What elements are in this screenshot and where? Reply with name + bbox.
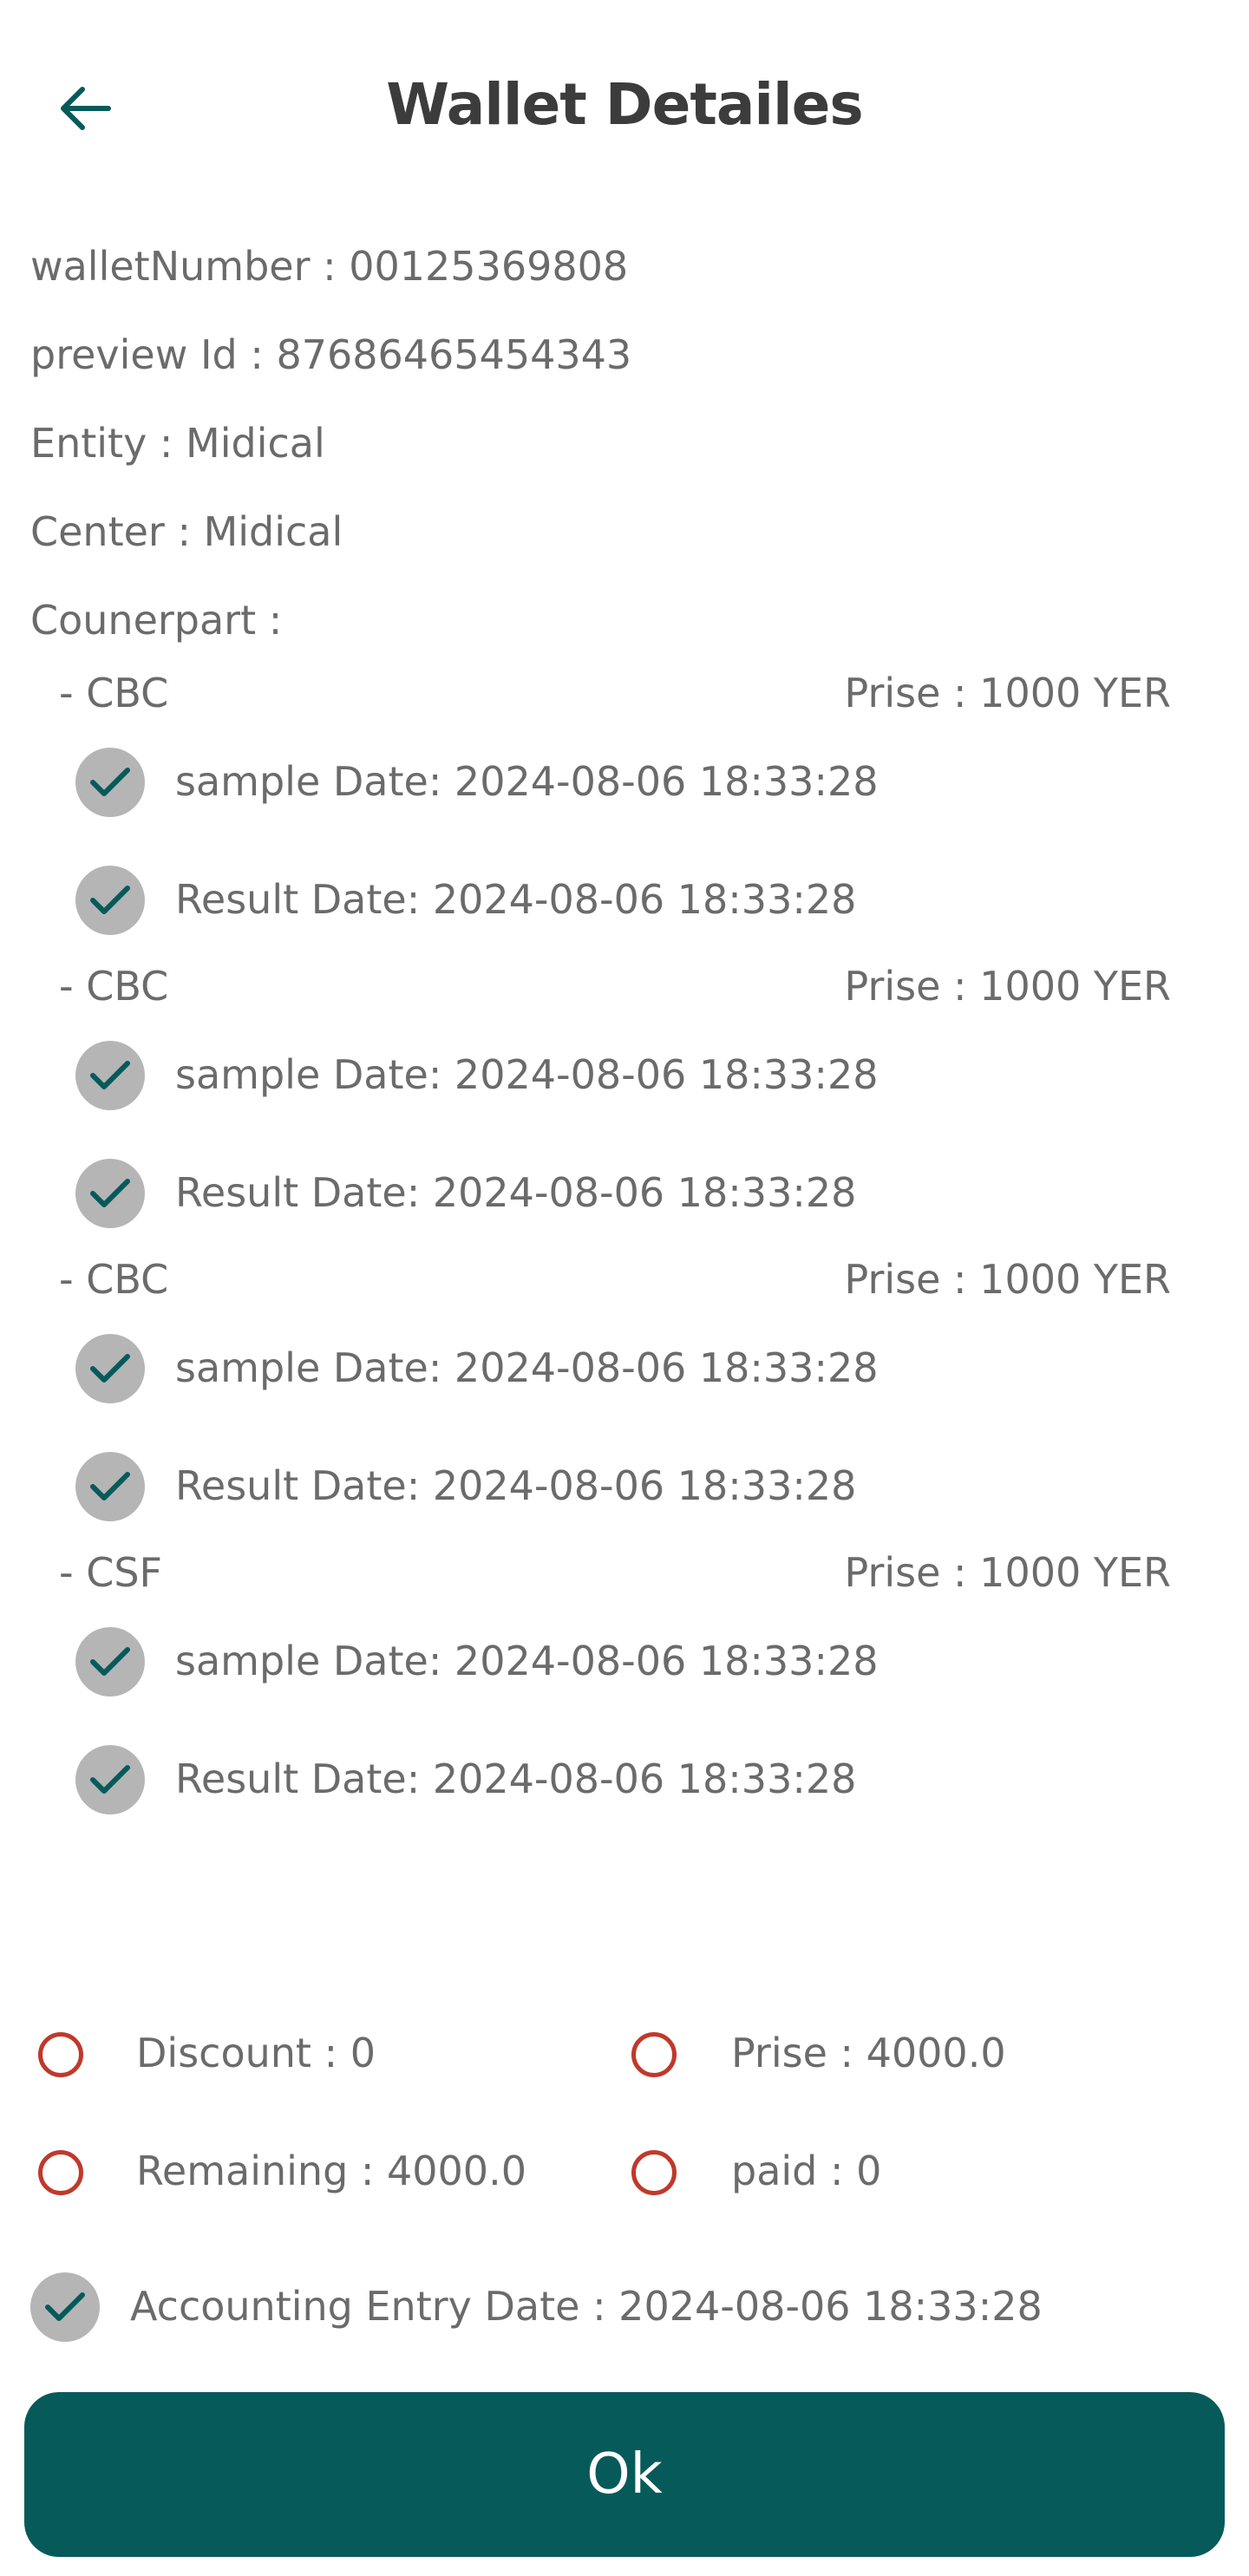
entity-text: Entity : Midical: [30, 420, 325, 467]
test-price: Prise : 1000 YER: [844, 1256, 1171, 1303]
app-header: Wallet Detailes: [0, 0, 1249, 217]
sample-date-check: [75, 748, 145, 817]
checkmark-icon: [90, 1354, 130, 1383]
accounting-entry-date-text: Accounting Entry Date : 2024-08-06 18:33…: [130, 2283, 1043, 2330]
test-name: - CBC: [59, 1256, 169, 1303]
prise-text: Prise : 4000.0: [731, 2030, 1006, 2076]
checkmark-icon: [45, 2292, 85, 2321]
checkmark-icon: [90, 1647, 130, 1676]
sample-date-text: sample Date: 2024-08-06 18:33:28: [175, 758, 879, 805]
remaining-text: Remaining : 4000.0: [136, 2148, 526, 2194]
sample-date-text: sample Date: 2024-08-06 18:33:28: [175, 1344, 879, 1391]
checkmark-icon: [90, 886, 130, 914]
result-date-text: Result Date: 2024-08-06 18:33:28: [175, 1169, 857, 1216]
result-date-check: [75, 866, 145, 935]
page-title: Wallet Detailes: [386, 71, 863, 138]
test-name: - CBC: [59, 670, 169, 716]
discount-radio[interactable]: [38, 2032, 83, 2077]
checkmark-icon: [90, 1765, 130, 1794]
test-price: Prise : 1000 YER: [844, 670, 1171, 716]
sample-date-check: [75, 1627, 145, 1697]
result-date-text: Result Date: 2024-08-06 18:33:28: [175, 1755, 857, 1802]
counterpart-label: Counerpart :: [30, 597, 283, 644]
sample-date-check: [75, 1334, 145, 1403]
sample-date-check: [75, 1041, 145, 1110]
checkmark-icon: [90, 1472, 130, 1500]
ok-button[interactable]: Ok: [24, 2392, 1225, 2557]
result-date-text: Result Date: 2024-08-06 18:33:28: [175, 876, 857, 923]
paid-radio[interactable]: [631, 2150, 677, 2195]
checkmark-icon: [90, 768, 130, 796]
paid-text: paid : 0: [731, 2148, 882, 2194]
result-date-text: Result Date: 2024-08-06 18:33:28: [175, 1462, 857, 1509]
accounting-entry-check: [30, 2272, 100, 2342]
result-date-check: [75, 1452, 145, 1521]
sample-date-text: sample Date: 2024-08-06 18:33:28: [175, 1051, 879, 1098]
result-date-check: [75, 1159, 145, 1228]
test-price: Prise : 1000 YER: [844, 1549, 1171, 1596]
sample-date-text: sample Date: 2024-08-06 18:33:28: [175, 1638, 879, 1684]
test-price: Prise : 1000 YER: [844, 963, 1171, 1010]
test-name: - CSF: [59, 1549, 162, 1596]
preview-id-text: preview Id : 87686465454343: [30, 331, 632, 378]
center-text: Center : Midical: [30, 508, 343, 555]
test-name: - CBC: [59, 963, 169, 1010]
discount-text: Discount : 0: [136, 2030, 376, 2076]
prise-radio[interactable]: [631, 2032, 677, 2077]
checkmark-icon: [90, 1179, 130, 1207]
remaining-radio[interactable]: [38, 2150, 83, 2195]
result-date-check: [75, 1745, 145, 1814]
checkmark-icon: [90, 1061, 130, 1089]
wallet-number-text: walletNumber : 00125369808: [30, 243, 629, 290]
